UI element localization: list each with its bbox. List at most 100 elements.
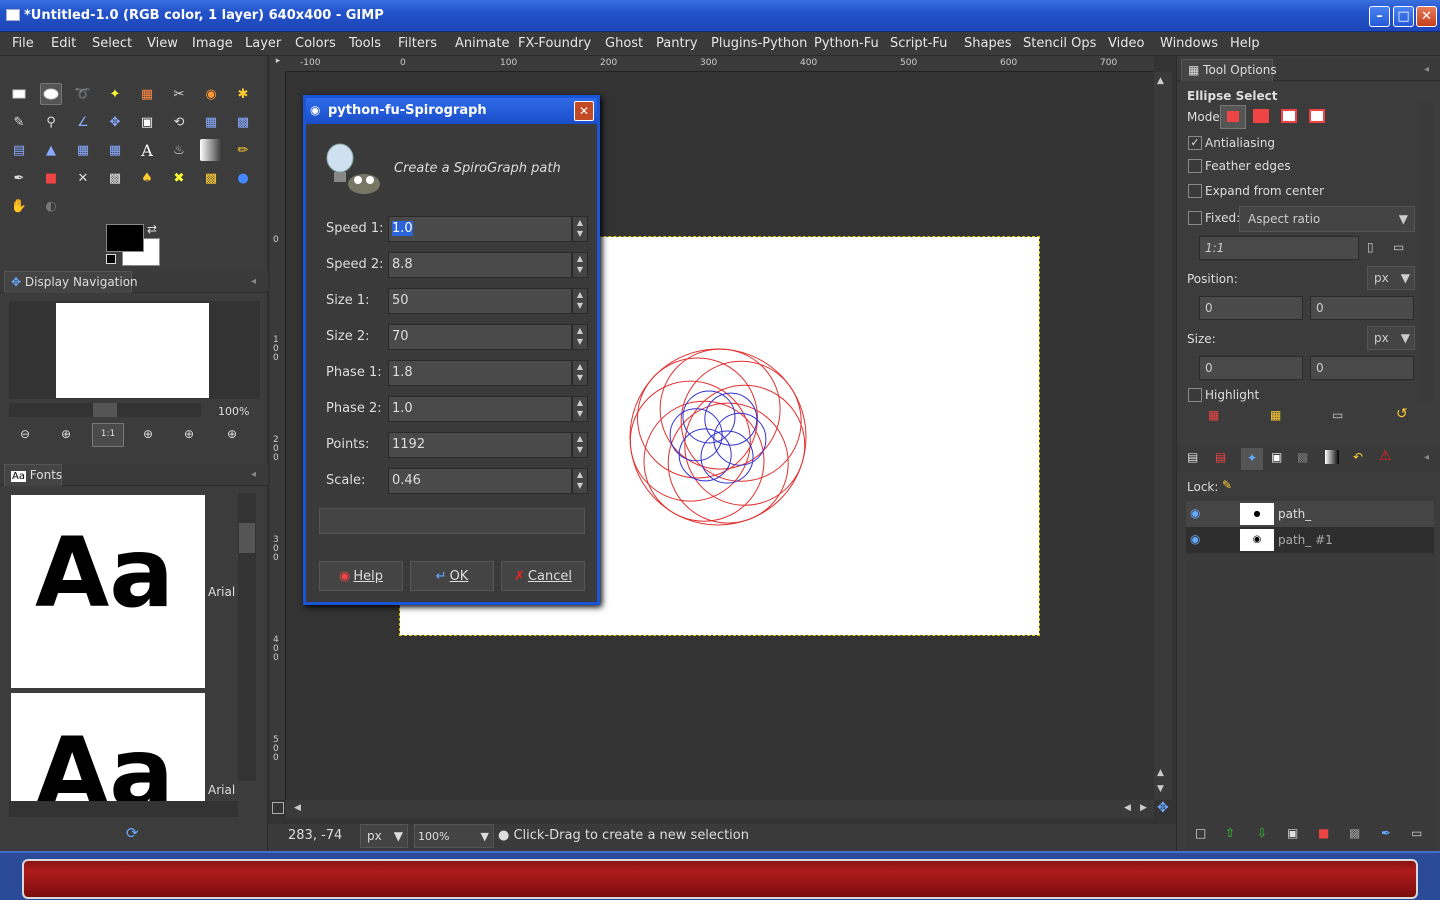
layers-dock-menu-icon[interactable]: ◂: [1424, 452, 1429, 463]
speed1-spinner[interactable]: ▲ ▼: [572, 216, 588, 242]
blur-tool-icon[interactable]: ●: [232, 167, 254, 189]
menu-edit[interactable]: Edit: [51, 36, 76, 51]
menu-image[interactable]: Image: [192, 36, 233, 51]
minimize-button[interactable]: –: [1369, 6, 1390, 27]
delete-options-icon[interactable]: ▭: [1332, 408, 1343, 422]
rect-select-tool-icon[interactable]: [8, 83, 30, 105]
color-select-tool-icon[interactable]: ▦: [136, 83, 158, 105]
smudge-tool-icon[interactable]: ✋: [8, 195, 30, 217]
fuzzy-select-tool-icon[interactable]: ✦: [104, 83, 126, 105]
zoom-select[interactable]: 100% ▼: [414, 824, 494, 848]
perspective-clone-icon[interactable]: ▩: [200, 167, 222, 189]
feather-edges-checkbox[interactable]: [1188, 159, 1202, 173]
path-row[interactable]: ◉ ◉ path_ #1: [1186, 527, 1434, 553]
size-height-input[interactable]: 0: [1310, 356, 1414, 380]
scroll-left-icon-2[interactable]: ◀: [1124, 803, 1131, 813]
menu-filters[interactable]: Filters: [398, 36, 437, 51]
zoom-fit-icon[interactable]: ⊕: [143, 427, 153, 441]
size-width-input[interactable]: 0: [1199, 356, 1303, 380]
portrait-icon[interactable]: ▯: [1367, 240, 1374, 254]
lasso-tool-icon[interactable]: ➰: [72, 83, 94, 105]
refresh-fonts-icon[interactable]: ⟳: [126, 824, 139, 842]
default-colors-icon[interactable]: [106, 254, 116, 264]
delete-path-icon[interactable]: ▭: [1411, 826, 1422, 840]
mode-subtract-icon[interactable]: [1281, 109, 1297, 123]
menu-layer[interactable]: Layer: [245, 36, 281, 51]
pencil-tool-icon[interactable]: ✏: [232, 139, 254, 161]
zoom-fill-icon[interactable]: ⊕: [184, 427, 194, 441]
flip-tool-icon[interactable]: ▲: [40, 139, 62, 161]
help-button[interactable]: ◉ Help: [319, 561, 403, 591]
font-preview-arial-1[interactable]: Aa: [11, 495, 205, 688]
tool-options-scrollbar[interactable]: [1420, 102, 1434, 402]
mode-intersect-icon[interactable]: [1309, 109, 1325, 123]
scroll-up-icon[interactable]: ▲: [1157, 76, 1164, 86]
save-options-icon[interactable]: ▦: [1208, 408, 1219, 422]
paths-tool-icon[interactable]: ✱: [232, 83, 254, 105]
size2-input[interactable]: 70: [388, 324, 572, 350]
move-tool-icon[interactable]: ✥: [104, 111, 126, 133]
dodge-burn-icon[interactable]: ◐: [40, 195, 62, 217]
layers-tab-icon[interactable]: ▤: [1187, 450, 1198, 464]
undo-history-tab-icon[interactable]: ↶: [1353, 450, 1363, 464]
navigation-preview[interactable]: [9, 301, 260, 399]
menu-windows[interactable]: Windows: [1160, 36, 1218, 51]
scroll-up-icon-2[interactable]: ▲: [1157, 768, 1164, 778]
menu-help[interactable]: Help: [1230, 36, 1260, 51]
close-window-button[interactable]: ✕: [1416, 6, 1437, 27]
cage-tool-icon[interactable]: ▦: [72, 139, 94, 161]
stroke-path-icon[interactable]: ✒: [1381, 826, 1391, 840]
airbrush-icon[interactable]: ✕: [72, 167, 94, 189]
shear-tool-icon[interactable]: ▩: [232, 111, 254, 133]
canvas-horizontal-scrollbar[interactable]: ◀ ◀ ▶: [286, 800, 1154, 818]
dock-menu-icon[interactable]: ◂: [251, 276, 256, 287]
new-path-icon[interactable]: □: [1195, 826, 1206, 840]
cancel-button[interactable]: ✗ Cancel: [501, 561, 585, 591]
mode-add-icon[interactable]: [1253, 109, 1269, 123]
navigate-icon[interactable]: ✥: [1157, 800, 1169, 816]
speed2-input[interactable]: 8.8: [388, 252, 572, 278]
points-spinner[interactable]: ▲ ▼: [572, 432, 588, 458]
size1-input[interactable]: 50: [388, 288, 572, 314]
position-x-input[interactable]: 0: [1199, 296, 1303, 320]
scroll-left-icon[interactable]: ◀: [294, 803, 301, 813]
crop-tool-icon[interactable]: ▣: [136, 111, 158, 133]
dialog-close-button[interactable]: ✕: [574, 101, 594, 121]
menu-file[interactable]: File: [12, 36, 34, 51]
color-picker-icon[interactable]: ✎: [8, 111, 30, 133]
paintbrush-icon[interactable]: ✒: [8, 167, 30, 189]
zoom-in-icon[interactable]: ⊕: [61, 427, 71, 441]
unified-transform-icon[interactable]: ▦: [104, 139, 126, 161]
zoom-tool-icon[interactable]: ⚲: [40, 111, 62, 133]
lower-path-icon[interactable]: ⇩: [1257, 826, 1267, 840]
size1-spinner[interactable]: ▲ ▼: [572, 288, 588, 314]
maximize-button[interactable]: □: [1393, 6, 1414, 27]
canvas-vertical-scrollbar[interactable]: ▲ ▲ ▼: [1154, 72, 1172, 800]
tab-tool-options[interactable]: ▦ Tool Options: [1181, 59, 1277, 81]
shrink-wrap-icon[interactable]: ⊕: [227, 427, 237, 441]
paths-tab-icon[interactable]: ✦: [1241, 448, 1263, 470]
phase2-spinner[interactable]: ▲ ▼: [572, 396, 588, 422]
scroll-down-icon[interactable]: ▼: [1157, 784, 1164, 794]
aspect-ratio-input[interactable]: 1:1: [1199, 236, 1359, 260]
menu-fx-foundry[interactable]: FX-Foundry: [518, 36, 591, 51]
unit-select[interactable]: px ▼: [360, 824, 408, 848]
scale-input[interactable]: 0.46: [388, 468, 572, 494]
menu-view[interactable]: View: [147, 36, 178, 51]
menu-animate[interactable]: Animate: [455, 36, 509, 51]
error-console-tab-icon[interactable]: ⚠: [1379, 448, 1392, 464]
duplicate-path-icon[interactable]: ▣: [1287, 826, 1298, 840]
tab-display-navigation[interactable]: ✥ Display Navigation: [4, 271, 138, 293]
menu-script-fu[interactable]: Script-Fu: [890, 36, 947, 51]
tab-fonts[interactable]: Aa Fonts: [4, 464, 62, 486]
phase1-spinner[interactable]: ▲ ▼: [572, 360, 588, 386]
size-unit-select[interactable]: px ▼: [1367, 326, 1415, 350]
quick-mask-corner-icon[interactable]: ▸: [270, 56, 286, 72]
visibility-eye-icon[interactable]: ◉: [1190, 506, 1200, 520]
menu-pantry[interactable]: Pantry: [656, 36, 698, 51]
zoom-1-1-button[interactable]: 1:1: [92, 423, 124, 447]
lock-position-icon[interactable]: ✎: [1222, 478, 1232, 492]
scissors-tool-icon[interactable]: ✂: [168, 83, 190, 105]
menu-video[interactable]: Video: [1108, 36, 1144, 51]
fonts-scrollbar-thumb[interactable]: [239, 523, 255, 553]
